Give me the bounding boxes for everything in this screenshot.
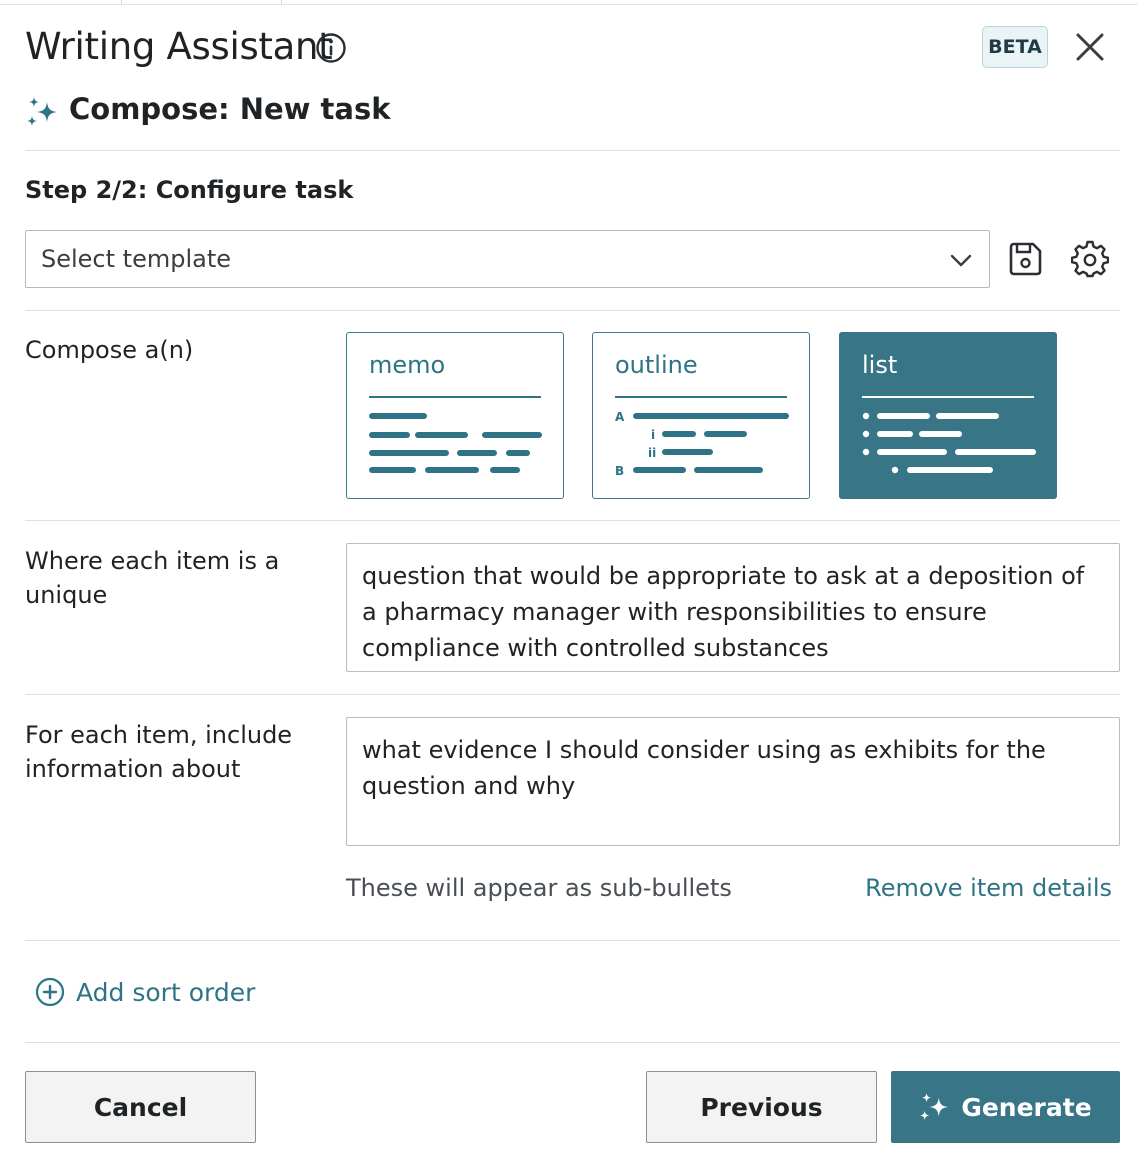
item-field-label: Where each item is a unique bbox=[25, 547, 280, 609]
template-select[interactable]: Select template bbox=[25, 230, 990, 288]
format-card-memo[interactable]: memo bbox=[346, 332, 564, 499]
cancel-button[interactable]: Cancel bbox=[25, 1071, 256, 1143]
gear-icon[interactable] bbox=[1071, 240, 1109, 278]
info-icon[interactable] bbox=[315, 32, 347, 64]
divider bbox=[281, 0, 282, 5]
details-field-label: For each item, include information about bbox=[25, 721, 293, 783]
divider bbox=[25, 310, 1120, 311]
sparkle-icon bbox=[920, 1092, 949, 1121]
item-details-textarea[interactable]: what evidence I should consider using as… bbox=[346, 717, 1120, 846]
generate-button[interactable]: Generate bbox=[891, 1071, 1120, 1143]
outline-marker: B bbox=[615, 464, 624, 478]
divider bbox=[121, 0, 122, 5]
divider bbox=[25, 150, 1120, 151]
previous-button[interactable]: Previous bbox=[646, 1071, 877, 1143]
format-card-outline[interactable]: outline A i ii B bbox=[592, 332, 810, 499]
top-border bbox=[0, 0, 1138, 5]
divider bbox=[25, 1042, 1120, 1043]
panel-title: Writing Assistant bbox=[25, 25, 333, 68]
compose-label: Compose a(n) bbox=[25, 336, 194, 364]
divider bbox=[25, 694, 1120, 695]
outline-marker: A bbox=[615, 410, 625, 424]
add-sort-order-button[interactable]: Add sort order bbox=[35, 975, 255, 1009]
outline-marker: ii bbox=[648, 446, 656, 460]
memo-preview-icon bbox=[369, 413, 542, 473]
divider bbox=[25, 520, 1120, 521]
template-select-value: Select template bbox=[41, 245, 232, 273]
chevron-down-icon bbox=[950, 254, 972, 267]
list-preview-icon bbox=[862, 412, 1036, 474]
add-sort-order-label: Add sort order bbox=[76, 977, 256, 1007]
beta-badge: BETA bbox=[982, 26, 1048, 68]
previous-button-label: Previous bbox=[700, 1092, 823, 1122]
close-icon[interactable] bbox=[1074, 31, 1106, 63]
format-card-list[interactable]: list bbox=[839, 332, 1057, 499]
sparkle-icon bbox=[27, 97, 57, 126]
save-icon[interactable] bbox=[1007, 241, 1043, 277]
outline-marker: i bbox=[651, 428, 655, 442]
divider bbox=[25, 940, 1120, 941]
plus-circle-icon bbox=[35, 977, 65, 1007]
cancel-button-label: Cancel bbox=[93, 1092, 188, 1122]
item-description-textarea[interactable]: question that would be appropriate to as… bbox=[346, 543, 1120, 672]
remove-item-details-link[interactable]: Remove item details bbox=[865, 874, 1112, 902]
page-subtitle: Compose: New task bbox=[69, 92, 391, 126]
outline-preview-icon: A i ii B bbox=[615, 410, 789, 478]
generate-button-label: Generate bbox=[961, 1092, 1092, 1122]
step-label: Step 2/2: Configure task bbox=[25, 176, 354, 204]
sub-bullets-hint: These will appear as sub-bullets bbox=[346, 874, 732, 902]
